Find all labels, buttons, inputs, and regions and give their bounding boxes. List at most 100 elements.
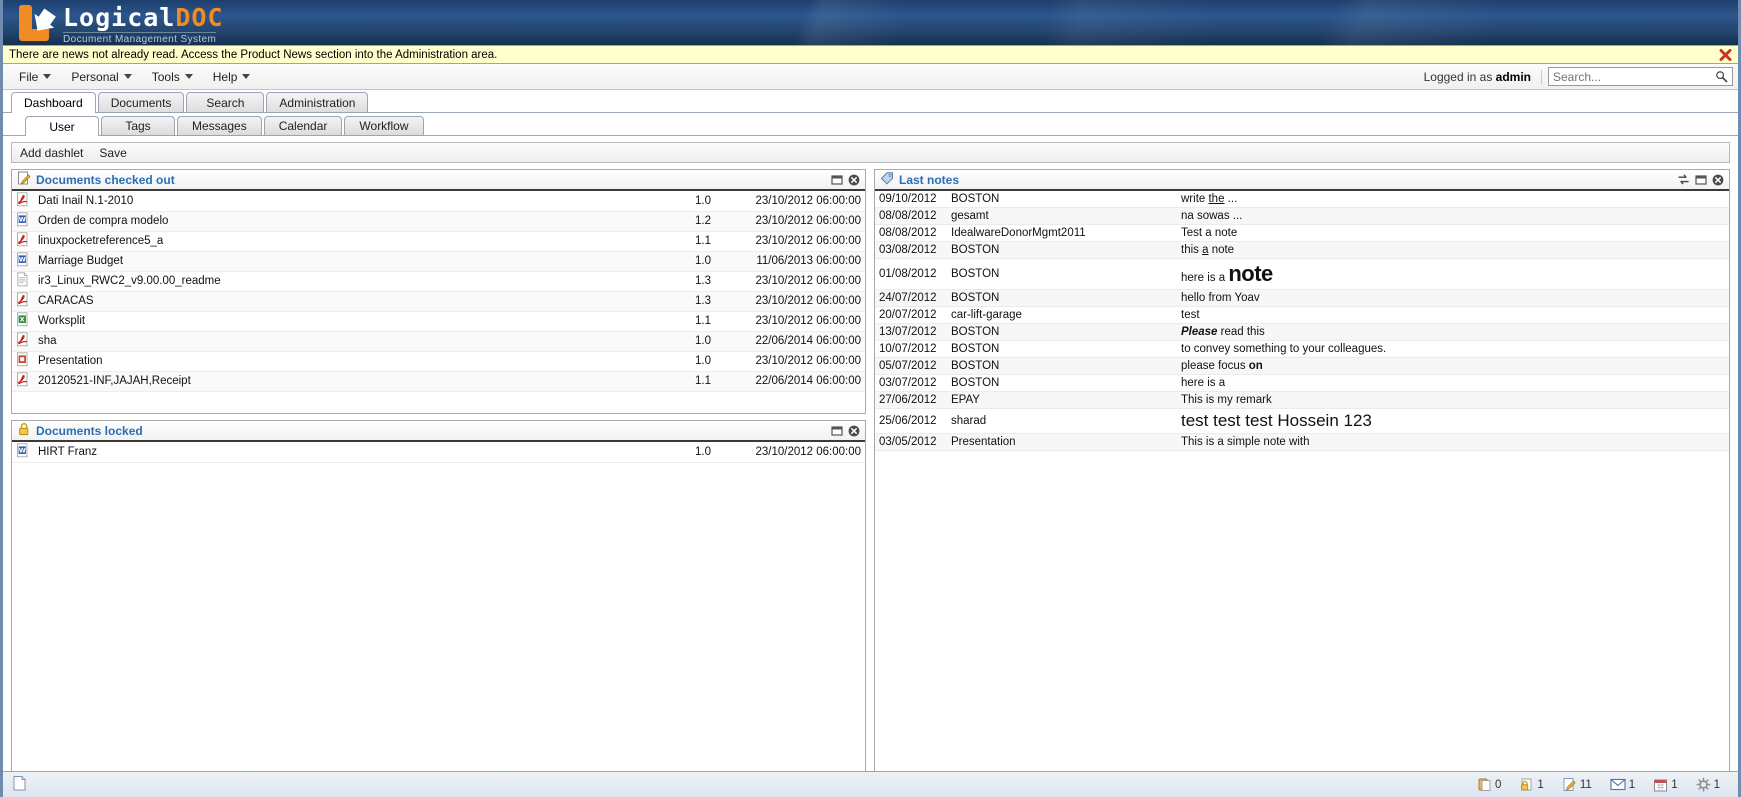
note-row[interactable]: 13/07/2012 BOSTON Please read this xyxy=(875,323,1729,341)
note-date: 09/10/2012 xyxy=(875,191,947,208)
menu-file[interactable]: File xyxy=(9,68,61,86)
close-x-icon[interactable] xyxy=(1719,48,1732,61)
add-dashlet-button[interactable]: Add dashlet xyxy=(20,146,83,160)
collapse-icon[interactable] xyxy=(1694,173,1707,186)
dashlet-title: Documents locked xyxy=(36,423,143,438)
note-row[interactable]: 27/06/2012 EPAY This is my remark xyxy=(875,391,1729,409)
subtab-workflow[interactable]: Workflow xyxy=(344,116,424,135)
status-locked-value: 1 xyxy=(1537,778,1544,791)
magnifier-icon[interactable] xyxy=(1713,70,1732,83)
subtab-user[interactable]: User xyxy=(25,116,99,136)
status-checkedout-counter[interactable]: 11 xyxy=(1562,777,1592,792)
table-row[interactable]: 20120521-INF,JAJAH,Receipt 1.1 22/06/2014 … xyxy=(12,371,865,392)
close-icon[interactable] xyxy=(1711,173,1724,186)
subtab-tags[interactable]: Tags xyxy=(101,116,175,135)
global-search-box[interactable] xyxy=(1548,67,1733,86)
note-row[interactable]: 05/07/2012 BOSTON please focus on xyxy=(875,357,1729,375)
dashlet-documents-locked: Documents locked W HIRT Franz 1.0 23/10/201… xyxy=(11,420,866,793)
document-version: 1.1 xyxy=(661,231,715,252)
note-row[interactable]: 03/08/2012 BOSTON this a note xyxy=(875,241,1729,259)
tab-search[interactable]: Search xyxy=(186,92,265,112)
table-row[interactable]: Dati Inail N.1-2010 1.0 23/10/2012 06:00:0… xyxy=(12,191,865,212)
note-row[interactable]: 08/08/2012 IdealwareDonorMgmt2011 Test a n… xyxy=(875,224,1729,242)
status-workflow-counter[interactable]: 1 xyxy=(1696,777,1720,792)
subtab-messages[interactable]: Messages xyxy=(177,116,262,135)
document-page-icon[interactable] xyxy=(11,775,28,795)
table-row[interactable]: sha 1.0 22/06/2014 06:00:00 xyxy=(12,331,865,352)
collapse-icon[interactable] xyxy=(830,173,843,186)
dashlet-header-actions xyxy=(1677,173,1724,186)
checked-out-documents-table: Dati Inail N.1-2010 1.0 23/10/2012 06:00:0… xyxy=(12,191,865,392)
document-version: 1.1 xyxy=(661,371,715,392)
document-name: Worksplit xyxy=(34,311,661,332)
table-row[interactable]: ir3_Linux_RWC2_v9.00.00_readme 1.3 23/10/2… xyxy=(12,271,865,292)
collapse-icon[interactable] xyxy=(830,424,843,437)
status-calendar-counter[interactable]: 1 xyxy=(1653,778,1678,792)
news-notification-bar: There are news not already read. Access … xyxy=(3,45,1738,64)
document-date: 23/10/2012 06:00:00 xyxy=(715,211,865,232)
note-row[interactable]: 01/08/2012 BOSTON here is a note xyxy=(875,258,1729,290)
refresh-icon[interactable] xyxy=(1677,173,1690,186)
dashboard-content: Documents checked out Dati Inail N.1-201… xyxy=(3,163,1738,797)
note-row[interactable]: 20/07/2012 car-lift-garage test xyxy=(875,306,1729,324)
note-date: 27/06/2012 xyxy=(875,391,947,409)
status-locked-counter[interactable]: 1 xyxy=(1519,777,1544,792)
table-row[interactable]: linuxpocketreference5_a 1.1 23/10/2012 06:… xyxy=(12,231,865,252)
note-row[interactable]: 08/08/2012 gesamt na sowas ... xyxy=(875,207,1729,225)
menu-personal-label: Personal xyxy=(71,69,119,84)
logged-in-status: Logged in as admin xyxy=(1424,69,1542,84)
menu-personal[interactable]: Personal xyxy=(61,68,141,86)
note-row[interactable]: 03/05/2012 Presentation This is a simple n… xyxy=(875,433,1729,451)
chevron-down-icon xyxy=(242,74,251,79)
note-document: BOSTON xyxy=(947,191,1177,208)
logo: LogicalDOC Document Management System xyxy=(19,2,224,45)
logged-in-username: admin xyxy=(1495,69,1531,84)
dashlet-column-left: Documents checked out Dati Inail N.1-201… xyxy=(11,169,866,793)
chevron-down-icon xyxy=(184,74,193,79)
status-clipboard-counter[interactable]: 0 xyxy=(1477,777,1501,792)
tab-documents[interactable]: Documents xyxy=(97,92,185,112)
tab-documents-label: Documents xyxy=(110,95,172,110)
table-row[interactable]: CARACAS 1.3 23/10/2012 06:00:00 xyxy=(12,291,865,312)
table-row[interactable]: W HIRT Franz 1.0 23/10/2012 06:00:00 xyxy=(12,442,865,463)
table-row[interactable]: X Worksplit 1.1 23/10/2012 06:00:00 xyxy=(12,311,865,332)
document-name: CARACAS xyxy=(34,291,661,312)
document-date: 11/06/2013 06:00:00 xyxy=(715,251,865,272)
table-row[interactable]: Presentation 1.0 23/10/2012 06:00:00 xyxy=(12,351,865,372)
status-messages-counter[interactable]: 1 xyxy=(1610,778,1635,791)
menu-help[interactable]: Help xyxy=(203,68,261,86)
save-button[interactable]: Save xyxy=(99,146,126,160)
note-document: EPAY xyxy=(947,391,1177,409)
subtab-calendar[interactable]: Calendar xyxy=(263,116,343,135)
table-row[interactable]: W Marriage Budget 1.0 11/06/2013 06:00:00 xyxy=(12,251,865,272)
note-row[interactable]: 24/07/2012 BOSTON hello from Yoav xyxy=(875,289,1729,307)
note-row[interactable]: 25/06/2012 sharad test test test Hossein 1… xyxy=(875,408,1729,434)
tab-dashboard[interactable]: Dashboard xyxy=(11,92,96,113)
dashlet-column-right: Last notes 09/10/2012 BOSTON write the .… xyxy=(874,169,1730,793)
table-row[interactable]: W Orden de compra modelo 1.2 23/10/2012 06:… xyxy=(12,211,865,232)
tab-administration[interactable]: Administration xyxy=(266,92,369,112)
document-version: 1.0 xyxy=(661,191,715,212)
note-document: BOSTON xyxy=(947,289,1177,307)
menu-tools[interactable]: Tools xyxy=(142,68,203,86)
dashlet-grid: Documents checked out Dati Inail N.1-201… xyxy=(3,163,1738,793)
close-icon[interactable] xyxy=(847,173,860,186)
note-document: BOSTON xyxy=(947,258,1177,290)
note-row[interactable]: 09/10/2012 BOSTON write the ... xyxy=(875,191,1729,208)
note-date: 08/08/2012 xyxy=(875,224,947,242)
document-version: 1.3 xyxy=(661,271,715,292)
dashlet-body: W HIRT Franz 1.0 23/10/2012 06:00:00 xyxy=(12,442,865,792)
note-date: 20/07/2012 xyxy=(875,306,947,324)
logo-subtitle: Document Management System xyxy=(63,32,217,45)
close-icon[interactable] xyxy=(847,424,860,437)
note-row[interactable]: 03/07/2012 BOSTON here is a xyxy=(875,374,1729,392)
document-name: Orden de compra modelo xyxy=(34,211,661,232)
note-date: 13/07/2012 xyxy=(875,323,947,341)
text-icon xyxy=(12,271,34,292)
note-message: na sowas ... xyxy=(1177,207,1729,225)
document-date: 23/10/2012 06:00:00 xyxy=(715,442,865,463)
document-date: 23/10/2012 06:00:00 xyxy=(715,231,865,252)
search-input[interactable] xyxy=(1549,69,1713,84)
document-name: HIRT Franz xyxy=(34,442,661,463)
note-row[interactable]: 10/07/2012 BOSTON to convey something to y… xyxy=(875,340,1729,358)
